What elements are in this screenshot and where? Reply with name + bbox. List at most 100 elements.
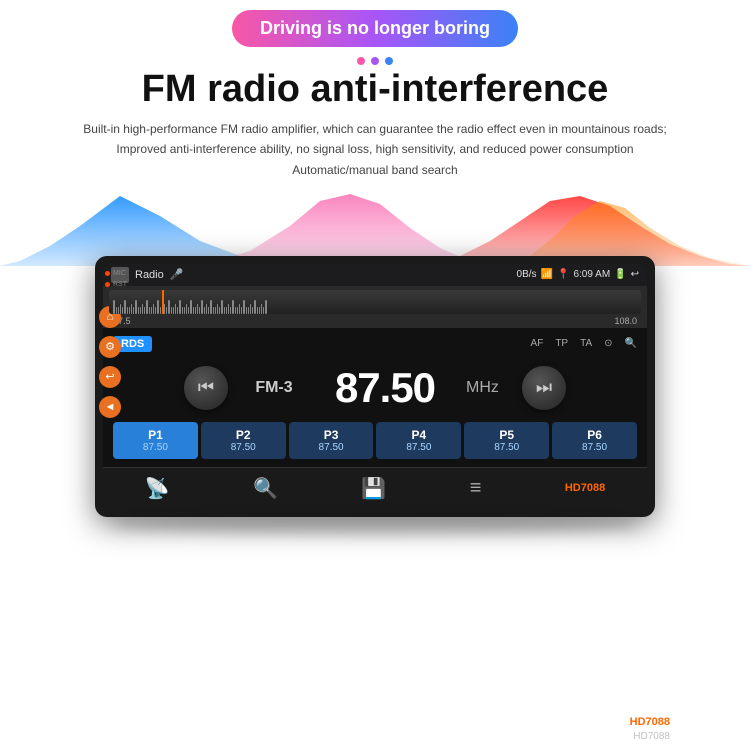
- nav-menu-icon[interactable]: ≡: [470, 477, 482, 500]
- mic-icon: 🎤: [170, 268, 184, 281]
- preset-p2[interactable]: P2 87.50: [201, 422, 286, 459]
- ctrl-search1[interactable]: ⊙: [604, 338, 612, 349]
- preset-p1[interactable]: P1 87.50: [113, 422, 198, 459]
- battery-icon: 🔋: [614, 269, 626, 280]
- preset-p5[interactable]: P5 87.50: [464, 422, 549, 459]
- tick: [171, 307, 172, 314]
- preset-p2-freq: 87.50: [205, 442, 282, 453]
- tick: [232, 300, 234, 314]
- ctrl-af[interactable]: AF: [531, 338, 544, 349]
- dot-blue: [385, 57, 393, 65]
- tuner-area: 87.5 108.0: [103, 286, 647, 328]
- nav-save-icon[interactable]: 💾: [361, 476, 386, 501]
- main-title: FM radio anti-interference: [0, 69, 750, 111]
- tick: [142, 304, 143, 314]
- tick: [243, 300, 245, 314]
- tick: [177, 307, 178, 314]
- radio-main: RDS AF TP TA ⊙ 🔍 ⏮ FM-3 87.50 MHz ⏭: [103, 328, 647, 467]
- tick: [149, 307, 150, 314]
- left-icon-volume[interactable]: ◄: [99, 396, 121, 418]
- left-icon-back[interactable]: ↩: [99, 366, 121, 388]
- tick: [204, 307, 205, 314]
- desc-line2: Improved anti-interference ability, no s…: [40, 139, 710, 159]
- tick: [120, 304, 121, 314]
- tick: [252, 307, 253, 314]
- preset-p5-label: P5: [468, 428, 545, 442]
- tick: [265, 300, 267, 314]
- tick: [124, 300, 126, 314]
- preset-p5-freq: 87.50: [468, 442, 545, 453]
- tick: [208, 307, 209, 314]
- nav-search-icon[interactable]: 🔍: [253, 476, 278, 501]
- tick: [261, 304, 262, 314]
- tick: [166, 307, 167, 314]
- preset-p6-label: P6: [556, 428, 633, 442]
- preset-p1-label: P1: [117, 428, 194, 442]
- tick: [257, 307, 258, 314]
- mic-text: MIC: [113, 270, 126, 277]
- nav-wifi-icon[interactable]: 📡: [145, 476, 170, 501]
- forward-button[interactable]: ⏭: [522, 366, 566, 410]
- tick: [122, 307, 123, 314]
- desc-line3: Automatic/manual band search: [40, 160, 710, 180]
- ctrl-ta[interactable]: TA: [580, 338, 592, 349]
- ruler-ticks: [109, 290, 641, 314]
- waveform: [0, 186, 750, 266]
- watermark-brand2: HD7088: [633, 731, 670, 742]
- tick: [157, 300, 159, 314]
- tick: [129, 307, 130, 314]
- tick: [195, 307, 196, 314]
- tick: [135, 300, 137, 314]
- rewind-button[interactable]: ⏮: [184, 366, 228, 410]
- preset-p3[interactable]: P3 87.50: [289, 422, 374, 459]
- car-radio-device: MIC RST ⌂ ⚙ ↩ ◄ Radio 🎤 0B/s 📶: [95, 256, 655, 517]
- tick: [263, 307, 264, 314]
- tick: [213, 307, 214, 314]
- tick: [201, 300, 203, 314]
- tick: [190, 300, 192, 314]
- tick: [259, 307, 260, 314]
- ctrl-search2[interactable]: 🔍: [625, 338, 637, 349]
- mhz-label: MHz: [466, 379, 506, 397]
- desc-line1: Built-in high-performance FM radio ampli…: [40, 119, 710, 139]
- preset-p6-freq: 87.50: [556, 442, 633, 453]
- preset-p2-label: P2: [205, 428, 282, 442]
- left-icons: ⌂ ⚙ ↩ ◄: [99, 306, 121, 418]
- preset-p4[interactable]: P4 87.50: [376, 422, 461, 459]
- tick: [230, 307, 231, 314]
- tick: [206, 304, 207, 314]
- rst-text: RST: [113, 281, 127, 288]
- preset-p1-freq: 87.50: [117, 442, 194, 453]
- tick: [138, 307, 139, 314]
- preset-p6[interactable]: P6 87.50: [552, 422, 637, 459]
- freq-end: 108.0: [614, 316, 637, 326]
- radio-top-row: RDS AF TP TA ⊙ 🔍: [113, 336, 637, 352]
- tick: [116, 307, 117, 314]
- tick: [131, 304, 132, 314]
- description: Built-in high-performance FM radio ampli…: [0, 119, 750, 180]
- tick: [254, 300, 256, 314]
- tuner-indicator: [162, 290, 164, 314]
- tick: [182, 307, 183, 314]
- back-icon[interactable]: ↩: [631, 269, 639, 280]
- tick: [226, 307, 227, 314]
- tick: [127, 307, 128, 314]
- tick: [160, 307, 161, 314]
- banner-pill: Driving is no longer boring: [232, 10, 518, 47]
- preset-p4-freq: 87.50: [380, 442, 457, 453]
- device-shadow: [115, 515, 635, 535]
- presets-row: P1 87.50 P2 87.50 P3 87.50 P4 87.50: [113, 422, 637, 459]
- band-label: FM-3: [244, 379, 304, 397]
- tick: [146, 300, 148, 314]
- tick: [186, 304, 187, 314]
- dot-purple: [371, 57, 379, 65]
- mic-rst-labels: MIC RST: [105, 270, 127, 288]
- left-icon-settings[interactable]: ⚙: [99, 336, 121, 358]
- mic-label: MIC: [105, 270, 127, 277]
- tick: [248, 307, 249, 314]
- rst-label: RST: [105, 281, 127, 288]
- tick: [228, 304, 229, 314]
- tick: [237, 307, 238, 314]
- ctrl-tp[interactable]: TP: [555, 338, 568, 349]
- tick: [235, 307, 236, 314]
